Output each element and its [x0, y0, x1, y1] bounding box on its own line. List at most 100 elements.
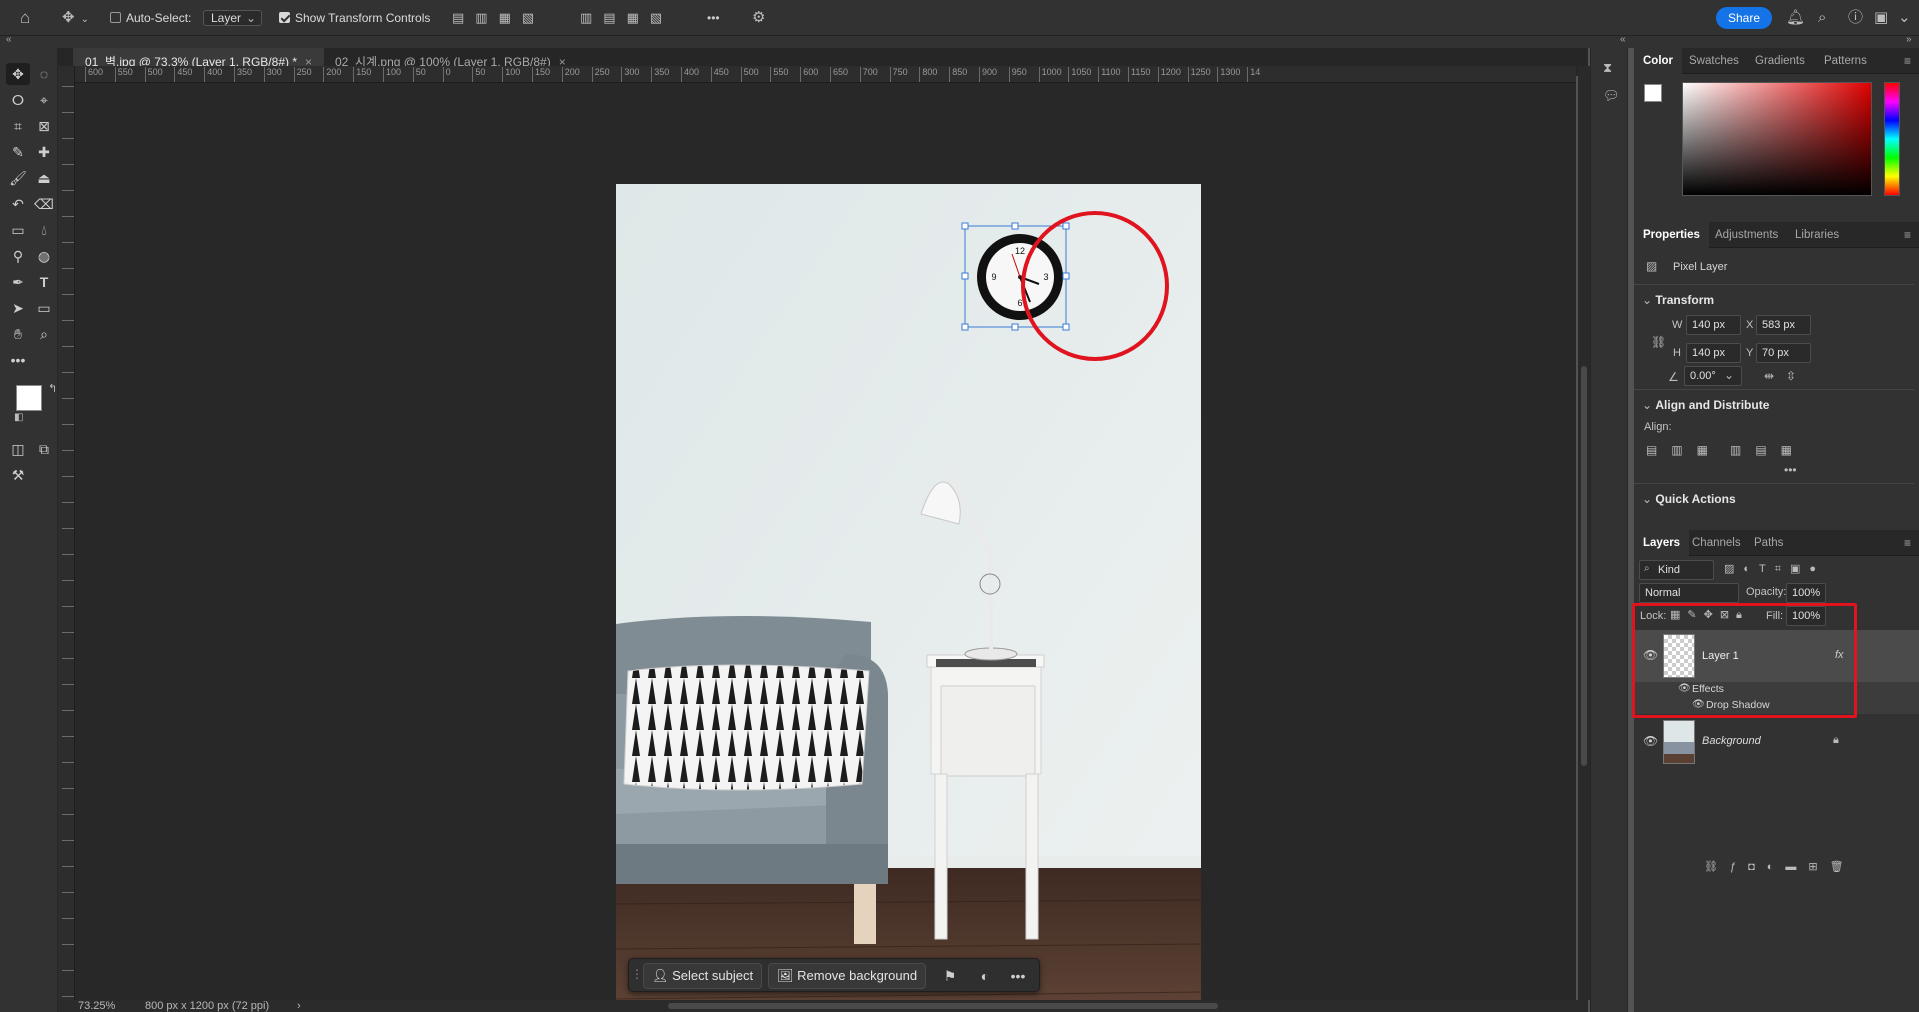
more-align-options[interactable]: ••• [1784, 463, 1797, 477]
quick-mask-icon[interactable]: ◫ [6, 438, 30, 460]
hue-slider[interactable] [1884, 82, 1900, 196]
brush-tool-icon[interactable]: 🖌︎ [6, 167, 30, 189]
auto-select-checkbox[interactable]: Auto-Select: [110, 8, 191, 28]
distribute-buttons-group[interactable]: ▥▤▦▧ [580, 8, 673, 28]
align-buttons-group[interactable]: ▤▥▦ [1646, 443, 1722, 457]
vertical-scrollbar[interactable] [1578, 66, 1590, 1000]
layer-name[interactable]: Background [1702, 735, 1761, 747]
transform-icon[interactable]: ⚑ [939, 965, 961, 987]
frame-tool-icon[interactable]: ⊠ [32, 115, 56, 137]
chevron-down-icon[interactable]: ⌄ [1724, 368, 1734, 382]
marquee-tool-icon[interactable]: ◌ [32, 63, 56, 85]
swap-colors-icon[interactable]: ↰ [48, 382, 57, 395]
hand-tool-icon[interactable]: ✋︎ [6, 323, 30, 345]
y-field[interactable]: 70 px [1756, 343, 1811, 363]
tab-patterns[interactable]: Patterns [1815, 48, 1876, 74]
panel-menu-icon[interactable]: ≡ [1904, 54, 1911, 68]
tab-adjustments[interactable]: Adjustments [1706, 222, 1787, 248]
eye-icon[interactable]: 👁︎ [1643, 734, 1658, 748]
help-icon[interactable]: ⓘ [1848, 8, 1863, 28]
collapse-right-icon[interactable]: « [1620, 34, 1626, 45]
history-panel-icon[interactable]: ⧗ [1603, 60, 1612, 76]
move-tool-preset-icon[interactable]: ✥ ⌄ [62, 8, 89, 28]
healing-brush-tool-icon[interactable]: ✚ [32, 141, 56, 163]
align-distribute-section-header[interactable]: Align and Distribute [1642, 398, 1769, 412]
horizontal-scrollbar-thumb[interactable] [668, 1003, 1218, 1009]
panel-menu-icon[interactable]: ≡ [1904, 228, 1911, 242]
lasso-tool-icon[interactable]: ⵔ [6, 89, 30, 111]
share-button[interactable]: Share [1716, 7, 1773, 29]
move-tool-icon[interactable]: ✥ [6, 63, 30, 85]
quick-actions-section-header[interactable]: Quick Actions [1642, 492, 1735, 506]
blur-tool-icon[interactable]: 💧︎ [32, 219, 56, 241]
chevron-down-icon[interactable]: ⌄ [1898, 8, 1911, 28]
gear-icon[interactable]: ⚙ [752, 8, 765, 28]
path-selection-tool-icon[interactable]: ➤ [6, 297, 30, 319]
layer-filter-dropdown[interactable]: Kind [1639, 560, 1714, 580]
pen-tool-icon[interactable]: ✒ [6, 271, 30, 293]
document-image[interactable]: 12 3 6 9 [616, 184, 1201, 1000]
layer-row-background[interactable]: 👁︎ Background 🔒︎ [1634, 717, 1919, 767]
rectangle-tool-icon[interactable]: ▭ [32, 297, 56, 319]
remove-background-button[interactable]: 🖼︎ Remove background [768, 963, 927, 989]
width-field[interactable]: 140 px [1686, 315, 1741, 335]
gradient-tool-icon[interactable]: ▭ [6, 219, 30, 241]
panel-menu-icon[interactable]: ≡ [1904, 536, 1911, 550]
tab-channels[interactable]: Channels [1683, 530, 1750, 556]
select-subject-button[interactable]: 👤︎ Select subject [643, 963, 763, 989]
zoom-tool-icon[interactable]: ⌕ [32, 323, 56, 345]
screen-mode-icon[interactable]: ⧉ [32, 438, 56, 460]
tab-swatches[interactable]: Swatches [1680, 48, 1748, 74]
search-icon[interactable]: ⌕ [1818, 8, 1826, 28]
more-options-button[interactable]: ••• [707, 8, 720, 28]
crop-tool-icon[interactable]: ⌗ [6, 115, 30, 137]
more-options-button[interactable]: ••• [1007, 965, 1029, 987]
home-icon[interactable]: ⌂ [20, 8, 30, 28]
history-brush-tool-icon[interactable]: ↶ [6, 193, 30, 215]
align-buttons-group[interactable]: ▤▥▦▧ [452, 8, 545, 28]
color-field[interactable] [1682, 82, 1872, 196]
blend-mode-dropdown[interactable]: Normal [1639, 583, 1739, 603]
edit-toolbar-icon[interactable]: ⚒ [6, 464, 30, 486]
zoom-level[interactable]: 73.25% [78, 1000, 115, 1012]
layer-filter-icons[interactable]: ▨◐T⌗▣● [1724, 562, 1825, 576]
tab-gradients[interactable]: Gradients [1746, 48, 1814, 74]
flip-vertical-icon[interactable]: ⇳ [1786, 369, 1796, 383]
eyedropper-tool-icon[interactable]: ✎ [6, 141, 30, 163]
type-tool-icon[interactable]: T [32, 271, 56, 293]
expand-right-icon[interactable]: » [1906, 34, 1912, 45]
scrollbar-thumb[interactable] [1581, 366, 1587, 766]
collapse-left-icon[interactable]: « [6, 34, 12, 45]
comments-panel-icon[interactable]: 💬︎ [1603, 88, 1620, 104]
tab-layers[interactable]: Layers [1634, 530, 1690, 556]
transform-section-header[interactable]: Transform [1642, 293, 1714, 307]
eraser-tool-icon[interactable]: ⌫ [32, 193, 56, 215]
show-transform-controls-checkbox[interactable]: Show Transform Controls [279, 8, 430, 28]
layers-footer-buttons[interactable]: ⛓ƒ◘◐▬⊞🗑︎ [1704, 860, 1856, 873]
tab-properties[interactable]: Properties [1634, 222, 1709, 248]
link-dimensions-icon[interactable]: ⛓ [1651, 335, 1666, 349]
canvas-area[interactable]: 12 3 6 9 [75, 83, 1576, 1000]
x-field[interactable]: 583 px [1756, 315, 1811, 335]
sponge-tool-icon[interactable]: ◍ [32, 245, 56, 267]
auto-select-target-dropdown[interactable]: Layer [203, 10, 263, 26]
more-tools-icon[interactable]: ••• [6, 349, 30, 371]
lock-icon[interactable]: 🔒︎ [1833, 734, 1839, 747]
height-field[interactable]: 140 px [1686, 343, 1741, 363]
align-vertical-buttons-group[interactable]: ▥▤▦ [1730, 443, 1806, 457]
adjustment-icon[interactable]: ◐ [974, 965, 996, 987]
clone-stamp-tool-icon[interactable]: ⏏ [32, 167, 56, 189]
tab-color[interactable]: Color [1634, 48, 1683, 74]
drag-handle-icon[interactable]: ⋮ [631, 967, 643, 981]
bell-icon[interactable]: 🔔︎ [1786, 8, 1805, 28]
tab-paths[interactable]: Paths [1745, 530, 1792, 556]
foreground-color-swatch[interactable] [16, 385, 42, 411]
opacity-field[interactable]: 100% [1786, 583, 1826, 603]
foreground-color-chip[interactable] [1644, 84, 1662, 102]
flip-horizontal-icon[interactable]: ⇹ [1764, 369, 1774, 383]
object-selection-tool-icon[interactable]: ⌖ [32, 89, 56, 111]
status-menu-arrow[interactable]: › [297, 1000, 301, 1012]
tab-libraries[interactable]: Libraries [1786, 222, 1848, 248]
default-colors-icon[interactable]: ◧ [14, 412, 23, 423]
dodge-tool-icon[interactable]: ⚲ [6, 245, 30, 267]
